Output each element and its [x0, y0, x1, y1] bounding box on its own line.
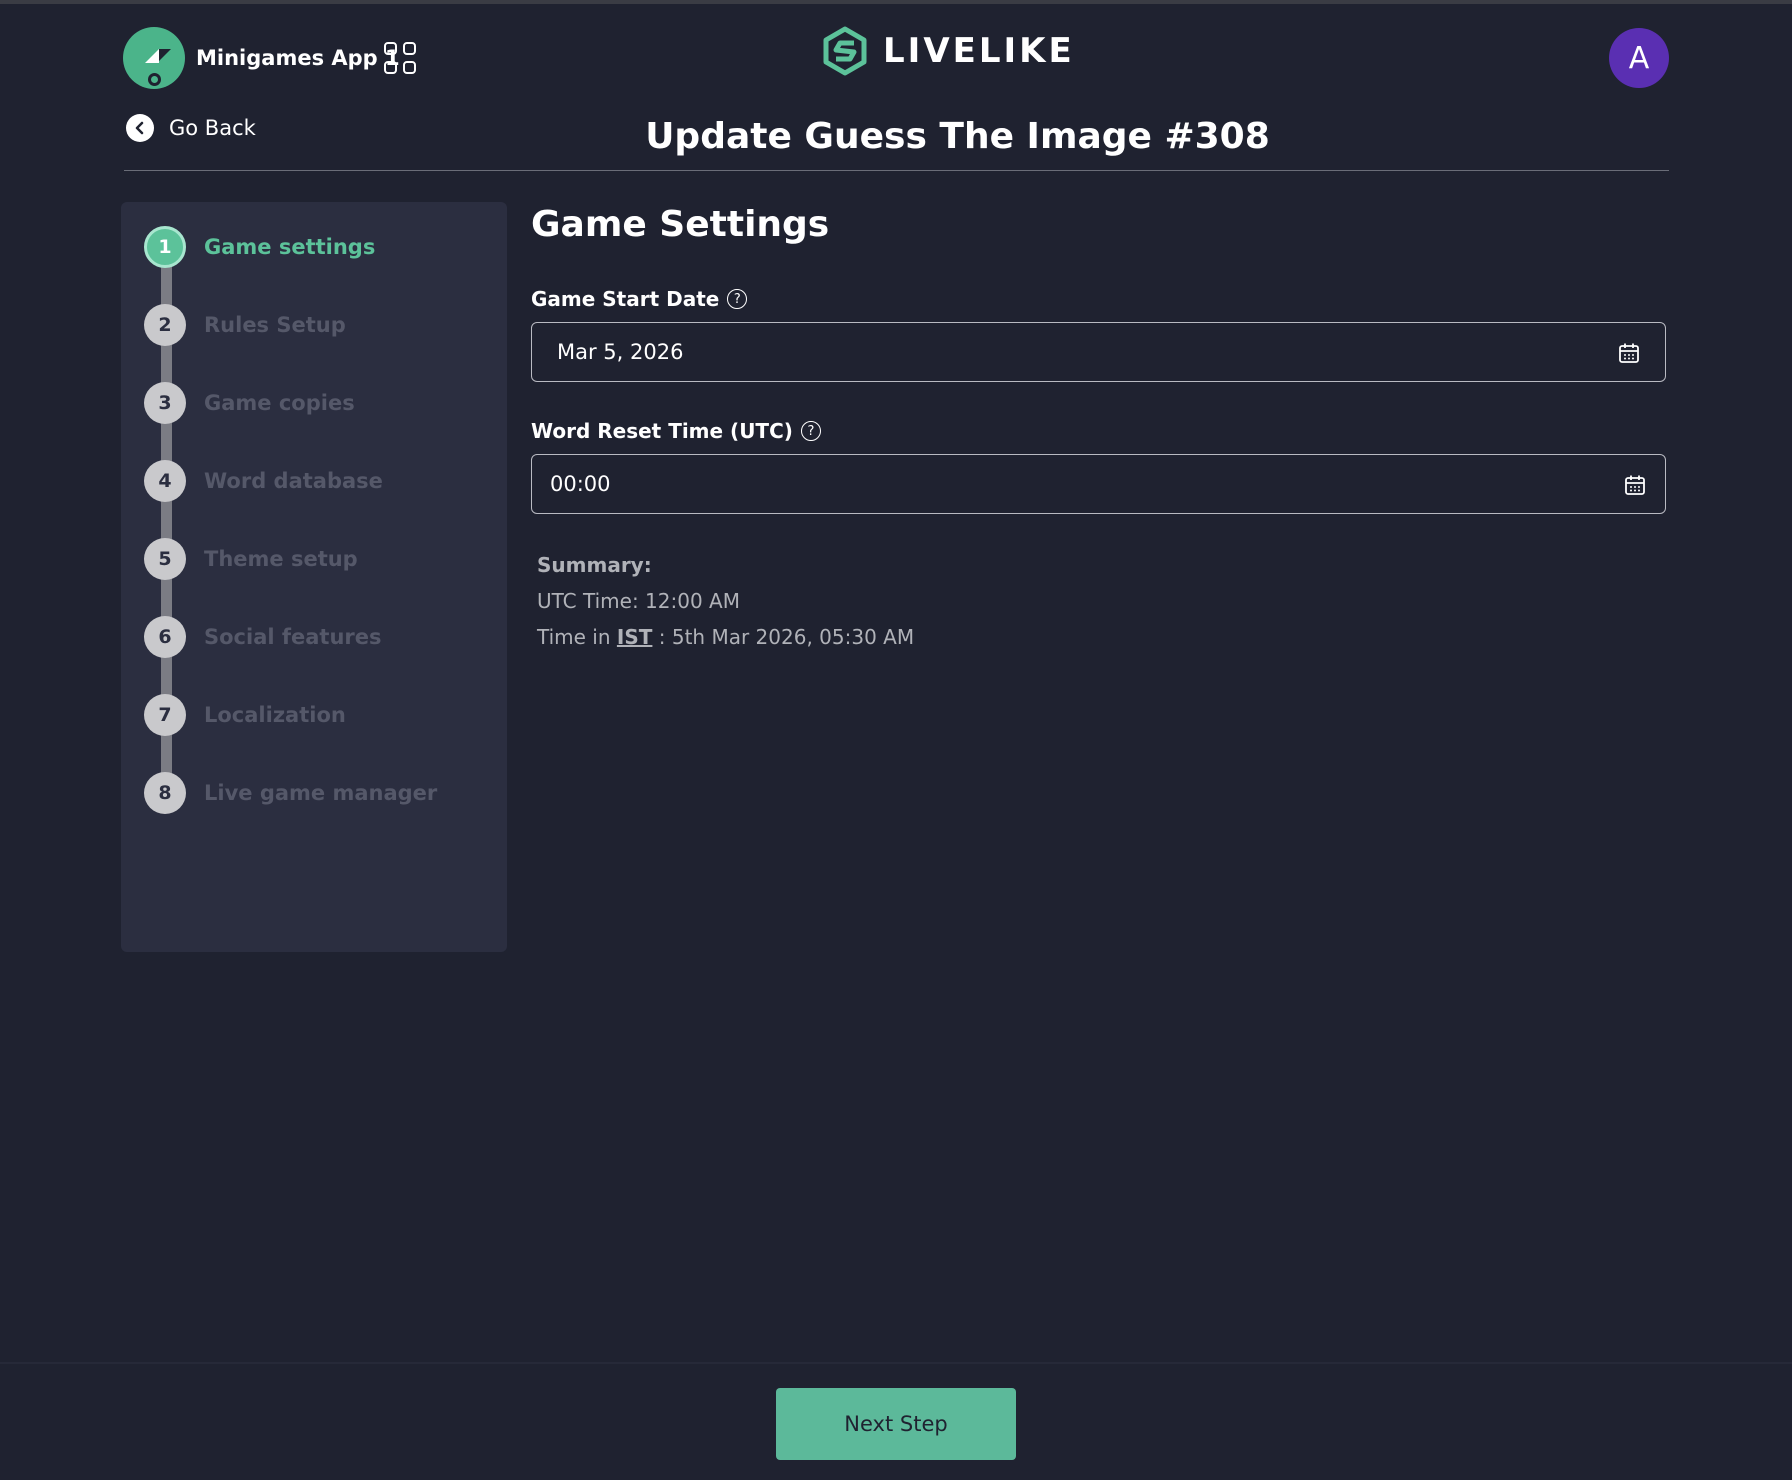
step-live-game-manager[interactable]: 8 Live game manager — [144, 772, 437, 814]
step-word-database[interactable]: 4 Word database — [144, 460, 383, 502]
start-date-label-text: Game Start Date — [531, 287, 720, 311]
summary-local-time: Time in IST : 5th Mar 2026, 05:30 AM — [537, 625, 914, 649]
step-theme-setup[interactable]: 5 Theme setup — [144, 538, 358, 580]
summary-title: Summary: — [537, 553, 652, 577]
step-label: Word database — [204, 469, 383, 493]
help-icon[interactable]: ? — [727, 289, 748, 309]
reset-time-field[interactable]: 00:00 — [531, 454, 1666, 514]
reset-time-label: Word Reset Time (UTC) ? — [531, 419, 821, 443]
step-label: Rules Setup — [204, 313, 346, 337]
step-label: Localization — [204, 703, 346, 727]
header-divider — [124, 170, 1669, 171]
start-date-value: Mar 5, 2026 — [557, 340, 684, 364]
timezone-link[interactable]: IST — [617, 625, 653, 649]
step-number: 7 — [144, 694, 186, 736]
summary-utc-time: UTC Time: 12:00 AM — [537, 589, 740, 613]
step-label: Theme setup — [204, 547, 358, 571]
start-date-label: Game Start Date ? — [531, 287, 748, 311]
step-number: 1 — [144, 226, 186, 268]
next-step-button[interactable]: Next Step — [776, 1388, 1016, 1460]
user-avatar[interactable]: A — [1609, 28, 1669, 88]
help-icon[interactable]: ? — [800, 421, 821, 441]
summary-local-suffix: : 5th Mar 2026, 05:30 AM — [652, 625, 915, 649]
step-number: 6 — [144, 616, 186, 658]
step-number: 5 — [144, 538, 186, 580]
step-number: 2 — [144, 304, 186, 346]
window-top-border — [0, 0, 1792, 4]
step-label: Live game manager — [204, 781, 438, 805]
step-number: 8 — [144, 772, 186, 814]
step-label: Game copies — [204, 391, 355, 415]
livelike-logo-icon — [823, 26, 867, 76]
step-label: Social features — [204, 625, 382, 649]
start-date-field[interactable]: Mar 5, 2026 — [531, 322, 1666, 382]
app-name[interactable]: Minigames App 1 — [196, 46, 400, 70]
step-label: Game settings — [204, 235, 376, 259]
calendar-icon[interactable] — [1617, 341, 1641, 365]
step-localization[interactable]: 7 Localization — [144, 694, 346, 736]
step-number: 3 — [144, 382, 186, 424]
step-rules-setup[interactable]: 2 Rules Setup — [144, 304, 346, 346]
calendar-icon[interactable] — [1623, 473, 1647, 497]
step-game-copies[interactable]: 3 Game copies — [144, 382, 355, 424]
step-social-features[interactable]: 6 Social features — [144, 616, 382, 658]
reset-time-value: 00:00 — [550, 472, 611, 496]
brand-logo: LIVELIKE — [820, 26, 1075, 76]
summary-local-prefix: Time in — [537, 625, 617, 649]
step-game-settings[interactable]: 1 Game settings — [144, 226, 375, 268]
reset-time-label-text: Word Reset Time (UTC) — [531, 419, 793, 443]
page-title: Update Guess The Image #308 — [645, 116, 1270, 157]
step-number: 4 — [144, 460, 186, 502]
section-title: Game Settings — [531, 204, 830, 245]
app-logo[interactable] — [123, 27, 185, 89]
brand-name: LIVELIKE — [883, 31, 1075, 71]
apps-grid-icon[interactable] — [384, 42, 416, 74]
